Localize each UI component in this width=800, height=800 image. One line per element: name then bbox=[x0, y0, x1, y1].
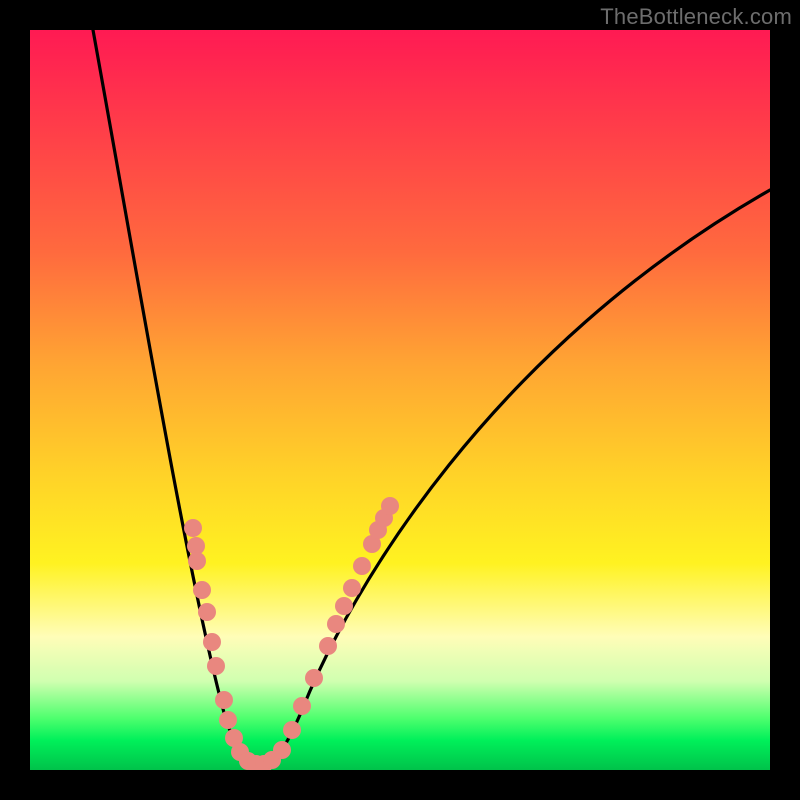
data-dot bbox=[215, 691, 233, 709]
data-dot bbox=[187, 537, 205, 555]
data-dot bbox=[343, 579, 361, 597]
data-dot bbox=[319, 637, 337, 655]
chart-frame: TheBottleneck.com bbox=[0, 0, 800, 800]
data-dot bbox=[375, 509, 393, 527]
data-dot bbox=[273, 741, 291, 759]
plot-area bbox=[30, 30, 770, 770]
data-dot bbox=[207, 657, 225, 675]
data-dot bbox=[263, 751, 281, 769]
data-dot bbox=[193, 581, 211, 599]
data-dot bbox=[184, 519, 202, 537]
dots-layer bbox=[184, 497, 399, 770]
data-dot bbox=[219, 711, 237, 729]
watermark: TheBottleneck.com bbox=[600, 4, 792, 30]
data-dot bbox=[283, 721, 301, 739]
data-dot bbox=[381, 497, 399, 515]
data-dot bbox=[363, 535, 381, 553]
data-dot bbox=[239, 752, 257, 770]
data-dot bbox=[198, 603, 216, 621]
data-dot bbox=[247, 755, 265, 770]
data-dot bbox=[369, 521, 387, 539]
data-dot bbox=[305, 669, 323, 687]
chart-svg bbox=[30, 30, 770, 770]
data-dot bbox=[188, 552, 206, 570]
data-dot bbox=[231, 743, 249, 761]
data-dot bbox=[293, 697, 311, 715]
data-dot bbox=[225, 729, 243, 747]
data-dot bbox=[327, 615, 345, 633]
data-dot bbox=[353, 557, 371, 575]
data-dot bbox=[203, 633, 221, 651]
curve-path bbox=[93, 30, 770, 765]
data-dot bbox=[255, 755, 273, 770]
data-dot bbox=[335, 597, 353, 615]
